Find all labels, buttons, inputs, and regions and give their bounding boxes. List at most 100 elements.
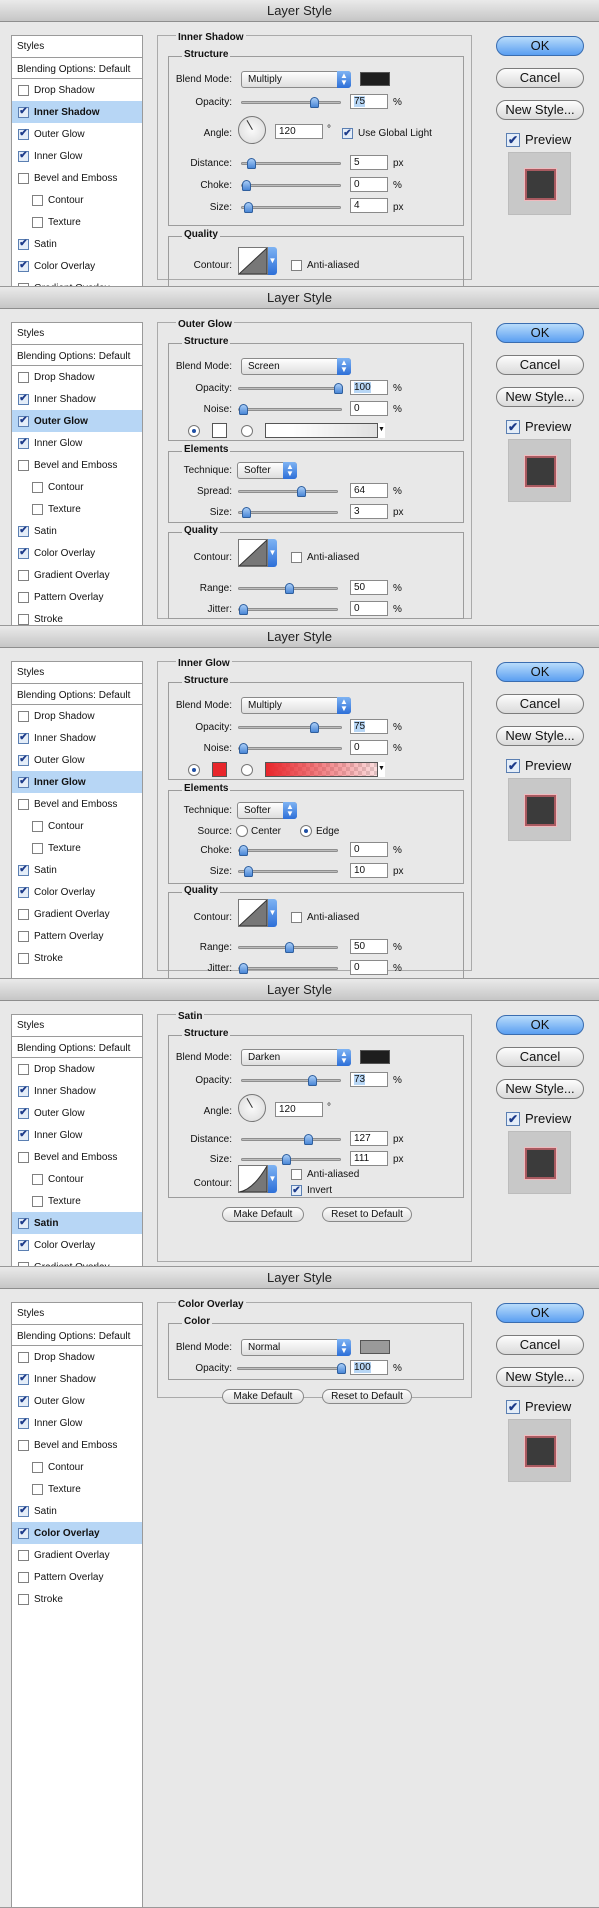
style-checkbox[interactable]: [32, 194, 43, 206]
technique-select[interactable]: Softer ▲ ▼: [237, 462, 297, 479]
style-item-gradient-overlay[interactable]: Gradient Overlay: [12, 564, 142, 586]
style-item-inner-glow[interactable]: ✔ Inner Glow: [12, 432, 142, 454]
style-checkbox[interactable]: ✔: [18, 1373, 29, 1385]
glow-color-swatch[interactable]: [212, 423, 227, 438]
opacity-slider-knob[interactable]: [310, 722, 320, 733]
style-item-gradient-overlay[interactable]: Gradient Overlay: [12, 277, 142, 286]
choke-slider-knob[interactable]: [239, 845, 248, 856]
jitter-slider[interactable]: [238, 963, 338, 974]
style-checkbox[interactable]: [32, 1461, 43, 1473]
style-item-inner-shadow[interactable]: ✔ Inner Shadow: [12, 727, 142, 749]
size-slider-knob[interactable]: [243, 866, 253, 877]
chevron-down-icon[interactable]: ▼: [268, 1165, 277, 1193]
style-item-satin[interactable]: ✔ Satin: [12, 233, 142, 255]
blending-options-item[interactable]: Blending Options: Default: [12, 686, 142, 705]
make-default-button[interactable]: Make Default: [222, 1389, 304, 1404]
opacity-slider[interactable]: [241, 1075, 341, 1086]
new-style-button[interactable]: New Style...: [496, 100, 584, 120]
noise-slider[interactable]: [238, 743, 342, 754]
style-checkbox[interactable]: [18, 613, 29, 625]
style-item-stroke[interactable]: Stroke: [12, 1588, 142, 1610]
angle-field[interactable]: 120: [275, 124, 323, 139]
choke-slider[interactable]: [238, 845, 338, 856]
style-item-contour[interactable]: Contour: [12, 1456, 142, 1478]
style-item-bevel-and-emboss[interactable]: Bevel and Emboss: [12, 793, 142, 815]
style-item-contour[interactable]: Contour: [12, 1168, 142, 1190]
style-item-inner-glow[interactable]: ✔ Inner Glow: [12, 145, 142, 167]
cancel-button[interactable]: Cancel: [496, 1047, 584, 1067]
preview-checkbox[interactable]: ✔: [506, 132, 520, 147]
noise-field[interactable]: 0: [350, 740, 388, 755]
size-slider[interactable]: [241, 1154, 341, 1165]
style-item-satin[interactable]: ✔ Satin: [12, 1212, 142, 1234]
spread-slider[interactable]: [238, 486, 338, 497]
style-item-texture[interactable]: Texture: [12, 1190, 142, 1212]
range-slider-knob[interactable]: [284, 942, 294, 953]
opacity-slider[interactable]: [237, 1363, 346, 1374]
opacity-slider-knob[interactable]: [310, 97, 320, 108]
style-checkbox[interactable]: [18, 1151, 29, 1163]
style-item-satin[interactable]: ✔ Satin: [12, 1500, 142, 1522]
new-style-button[interactable]: New Style...: [496, 726, 584, 746]
style-item-drop-shadow[interactable]: Drop Shadow: [12, 1346, 142, 1368]
range-field[interactable]: 50: [350, 939, 388, 954]
anti-aliased-checkbox[interactable]: [291, 1169, 302, 1180]
distance-slider[interactable]: [241, 158, 341, 169]
preview-checkbox[interactable]: ✔: [506, 1111, 520, 1126]
new-style-button[interactable]: New Style...: [496, 1079, 584, 1099]
chevron-down-icon[interactable]: ▼: [377, 423, 385, 438]
style-checkbox[interactable]: [18, 1571, 29, 1583]
size-slider[interactable]: [238, 866, 338, 877]
style-checkbox[interactable]: [18, 798, 29, 810]
style-checkbox[interactable]: [32, 1173, 43, 1185]
style-checkbox[interactable]: [32, 842, 43, 854]
blending-options-item[interactable]: Blending Options: Default: [12, 1327, 142, 1346]
style-item-inner-shadow[interactable]: ✔ Inner Shadow: [12, 1080, 142, 1102]
opacity-slider[interactable]: [238, 383, 343, 394]
style-item-stroke[interactable]: Stroke: [12, 608, 142, 625]
blending-options-item[interactable]: Blending Options: Default: [12, 60, 142, 79]
style-item-gradient-overlay[interactable]: Gradient Overlay: [12, 1256, 142, 1266]
style-item-stroke[interactable]: Stroke: [12, 947, 142, 969]
style-checkbox[interactable]: ✔: [18, 415, 29, 427]
choke-slider-knob[interactable]: [242, 180, 251, 191]
style-checkbox[interactable]: [18, 1593, 29, 1605]
style-item-outer-glow[interactable]: ✔ Outer Glow: [12, 123, 142, 145]
style-checkbox[interactable]: ✔: [18, 525, 29, 537]
style-item-contour[interactable]: Contour: [12, 815, 142, 837]
solid-color-radio[interactable]: [188, 764, 200, 776]
style-item-color-overlay[interactable]: ✔ Color Overlay: [12, 1234, 142, 1256]
jitter-field[interactable]: 0: [350, 960, 388, 975]
spread-slider-knob[interactable]: [297, 486, 307, 497]
range-field[interactable]: 50: [350, 580, 388, 595]
opacity-field[interactable]: 100: [350, 380, 388, 395]
ok-button[interactable]: OK: [496, 323, 584, 343]
style-checkbox[interactable]: ✔: [18, 393, 29, 405]
distance-slider-knob[interactable]: [303, 1134, 313, 1145]
chevron-down-icon[interactable]: ▼: [377, 762, 385, 777]
blend-mode-select[interactable]: Darken ▲ ▼: [241, 1049, 351, 1066]
chevron-down-icon[interactable]: ▼: [268, 247, 277, 275]
new-style-button[interactable]: New Style...: [496, 1367, 584, 1387]
style-checkbox[interactable]: [18, 1549, 29, 1561]
distance-slider-knob[interactable]: [246, 158, 256, 169]
size-field[interactable]: 4: [350, 198, 388, 213]
noise-slider-knob[interactable]: [239, 404, 248, 415]
range-slider[interactable]: [238, 583, 338, 594]
style-checkbox[interactable]: [18, 1439, 29, 1451]
noise-slider[interactable]: [238, 404, 342, 415]
preview-toggle[interactable]: ✔ Preview: [506, 1399, 571, 1414]
style-checkbox[interactable]: ✔: [18, 732, 29, 744]
style-item-texture[interactable]: Texture: [12, 1478, 142, 1500]
styles-header[interactable]: Styles: [12, 1015, 142, 1037]
noise-field[interactable]: 0: [350, 401, 388, 416]
style-item-color-overlay[interactable]: ✔ Color Overlay: [12, 542, 142, 564]
size-field[interactable]: 3: [350, 504, 388, 519]
blend-mode-select[interactable]: Normal ▲ ▼: [241, 1339, 351, 1356]
style-checkbox[interactable]: ✔: [18, 1129, 29, 1141]
style-checkbox[interactable]: [18, 1063, 29, 1075]
style-item-texture[interactable]: Texture: [12, 211, 142, 233]
style-item-inner-shadow[interactable]: ✔ Inner Shadow: [12, 388, 142, 410]
style-checkbox[interactable]: [32, 820, 43, 832]
source-edge-radio[interactable]: [300, 825, 312, 837]
